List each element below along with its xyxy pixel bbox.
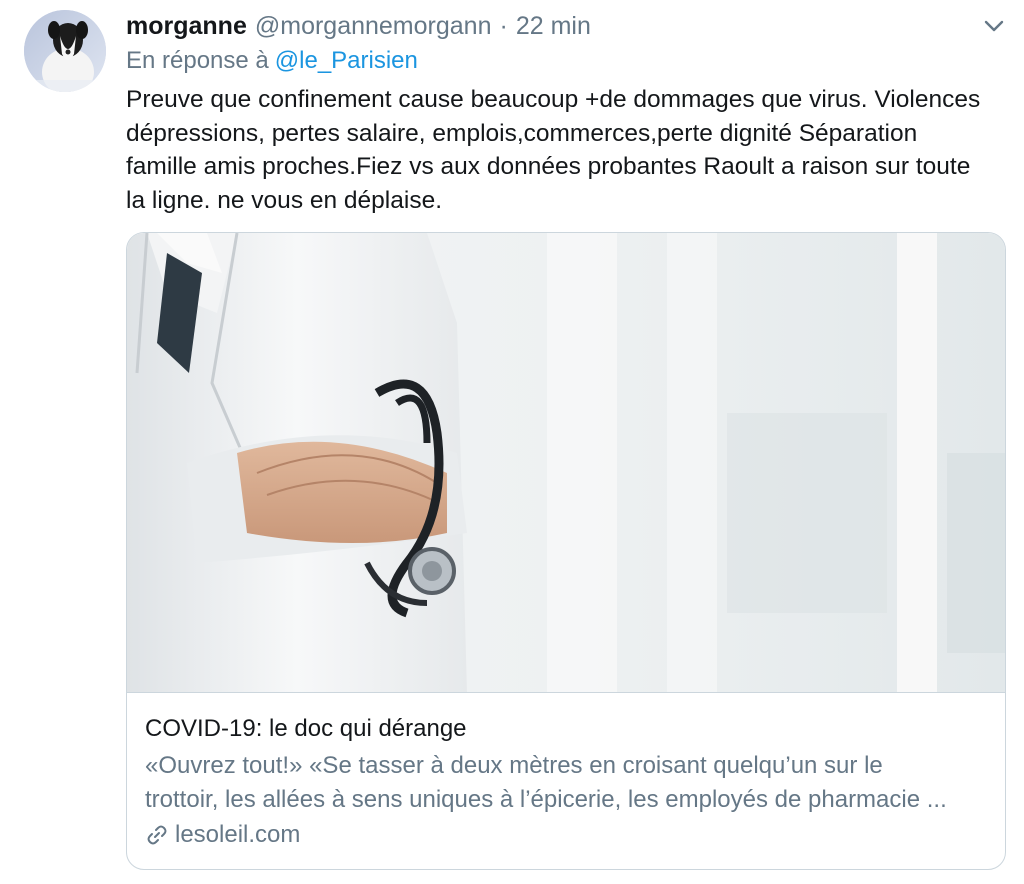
card-description-line: «Ouvrez tout!» «Se tasser à deux mètres …	[145, 752, 883, 779]
separator-dot: ·	[499, 11, 508, 40]
link-preview-card[interactable]: COVID-19: le doc qui dérange «Ouvrez tou…	[126, 232, 1006, 870]
tweet-text: Preuve que confinement cause beaucoup +d…	[126, 83, 1010, 217]
doctor-photo	[127, 233, 1005, 692]
reply-context: En réponse à @le_Parisien	[126, 47, 418, 75]
reply-prefix: En réponse à	[126, 47, 269, 74]
avatar-dog-image	[24, 10, 106, 92]
card-title: COVID-19: le doc qui dérange	[145, 715, 467, 742]
author-handle[interactable]: @morgannemorgann	[255, 12, 492, 41]
author-name[interactable]: morganne	[126, 12, 247, 41]
tweet: morganne @morgannemorgann · 22 min En ré…	[0, 0, 1024, 884]
tweet-text-line: dépressions, pertes salaire, emplois,com…	[126, 119, 918, 147]
chevron-down-icon[interactable]	[980, 14, 1008, 38]
tweet-timestamp[interactable]: 22 min	[516, 12, 591, 41]
reply-to-link[interactable]: @le_Parisien	[275, 47, 418, 74]
tweet-text-line: la ligne. ne vous en déplaise.	[126, 186, 442, 214]
tweet-text-line: famille amis proches.Fiez vs aux données…	[126, 153, 971, 180]
card-description: «Ouvrez tout!» «Se tasser à deux mètres …	[145, 749, 995, 817]
avatar[interactable]	[24, 10, 106, 92]
card-domain: lesoleil.com	[145, 821, 300, 849]
card-description-line: trottoir, les allées à sens uniques à l’…	[145, 786, 947, 813]
card-domain-text: lesoleil.com	[175, 821, 301, 848]
tweet-text-line: Preuve que confinement cause beaucoup +d…	[126, 86, 981, 113]
link-icon	[147, 825, 167, 845]
tweet-header: morganne @morgannemorgann · 22 min	[126, 10, 591, 42]
card-image	[127, 233, 1005, 693]
